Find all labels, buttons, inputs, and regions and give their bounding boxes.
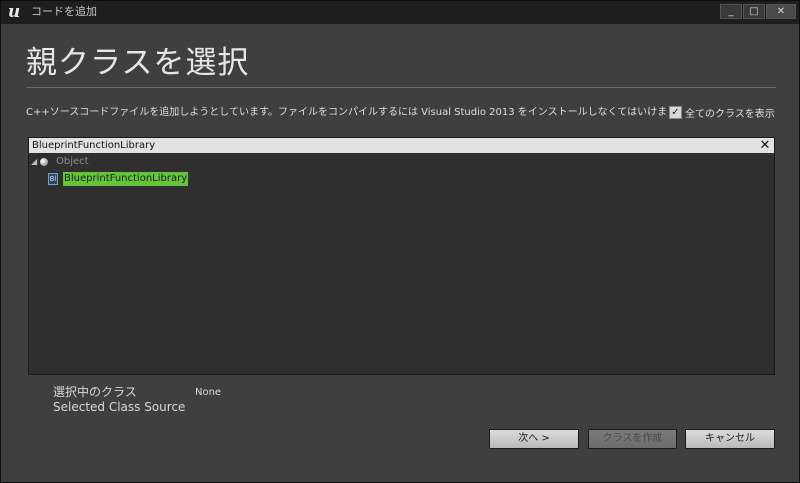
window-title: コードを追加 [31, 5, 97, 18]
create-class-button[interactable]: クラスを作成 [588, 429, 677, 449]
tree-item-label: Object [56, 156, 89, 167]
title-divider [26, 87, 776, 88]
selected-class-heading: 選択中のクラス Selected Class Source [53, 385, 185, 415]
clear-search-icon[interactable]: ✕ [758, 138, 772, 153]
page-description: C++ソースコードファイルを追加しようとしています。ファイルをコンパイルするには… [26, 107, 666, 118]
selected-class-label-ja: 選択中のクラス [53, 385, 137, 399]
cancel-button[interactable]: キャンセル [685, 429, 775, 449]
close-button[interactable]: ✕ [766, 4, 796, 19]
sphere-icon [40, 158, 48, 166]
add-code-dialog: u コードを追加 _ □ ✕ 親クラスを選択 C++ソースコードファイルを追加し… [0, 0, 800, 483]
title-bar[interactable]: u コードを追加 _ □ ✕ [1, 1, 799, 24]
class-search-input[interactable] [29, 138, 774, 153]
show-all-classes-label: 全てのクラスを表示 [685, 109, 775, 120]
tree-item-object[interactable]: ◢ Object [29, 154, 774, 170]
tree-item-blueprint-function-library[interactable]: Bl BlueprintFunctionLibrary [29, 171, 774, 187]
maximize-button[interactable]: □ [743, 4, 765, 19]
page-title: 親クラスを選択 [26, 45, 250, 81]
blueprint-class-icon: Bl [48, 173, 58, 185]
tree-item-label: BlueprintFunctionLibrary [63, 172, 189, 186]
next-button[interactable]: 次へ > [489, 429, 579, 449]
show-all-classes-toggle[interactable]: ✓ 全てのクラスを表示 [669, 105, 775, 120]
class-picker-panel: ✕ ◢ Object Bl BlueprintFunctionLibrary [28, 137, 775, 375]
show-all-classes-checkbox[interactable]: ✓ [669, 106, 682, 119]
collapse-arrow-icon[interactable]: ◢ [31, 154, 37, 170]
selected-class-label-en: Selected Class Source [53, 400, 186, 414]
minimize-button[interactable]: _ [720, 4, 742, 19]
unreal-logo-icon: u [7, 2, 21, 22]
selected-class-value: None [195, 387, 222, 398]
